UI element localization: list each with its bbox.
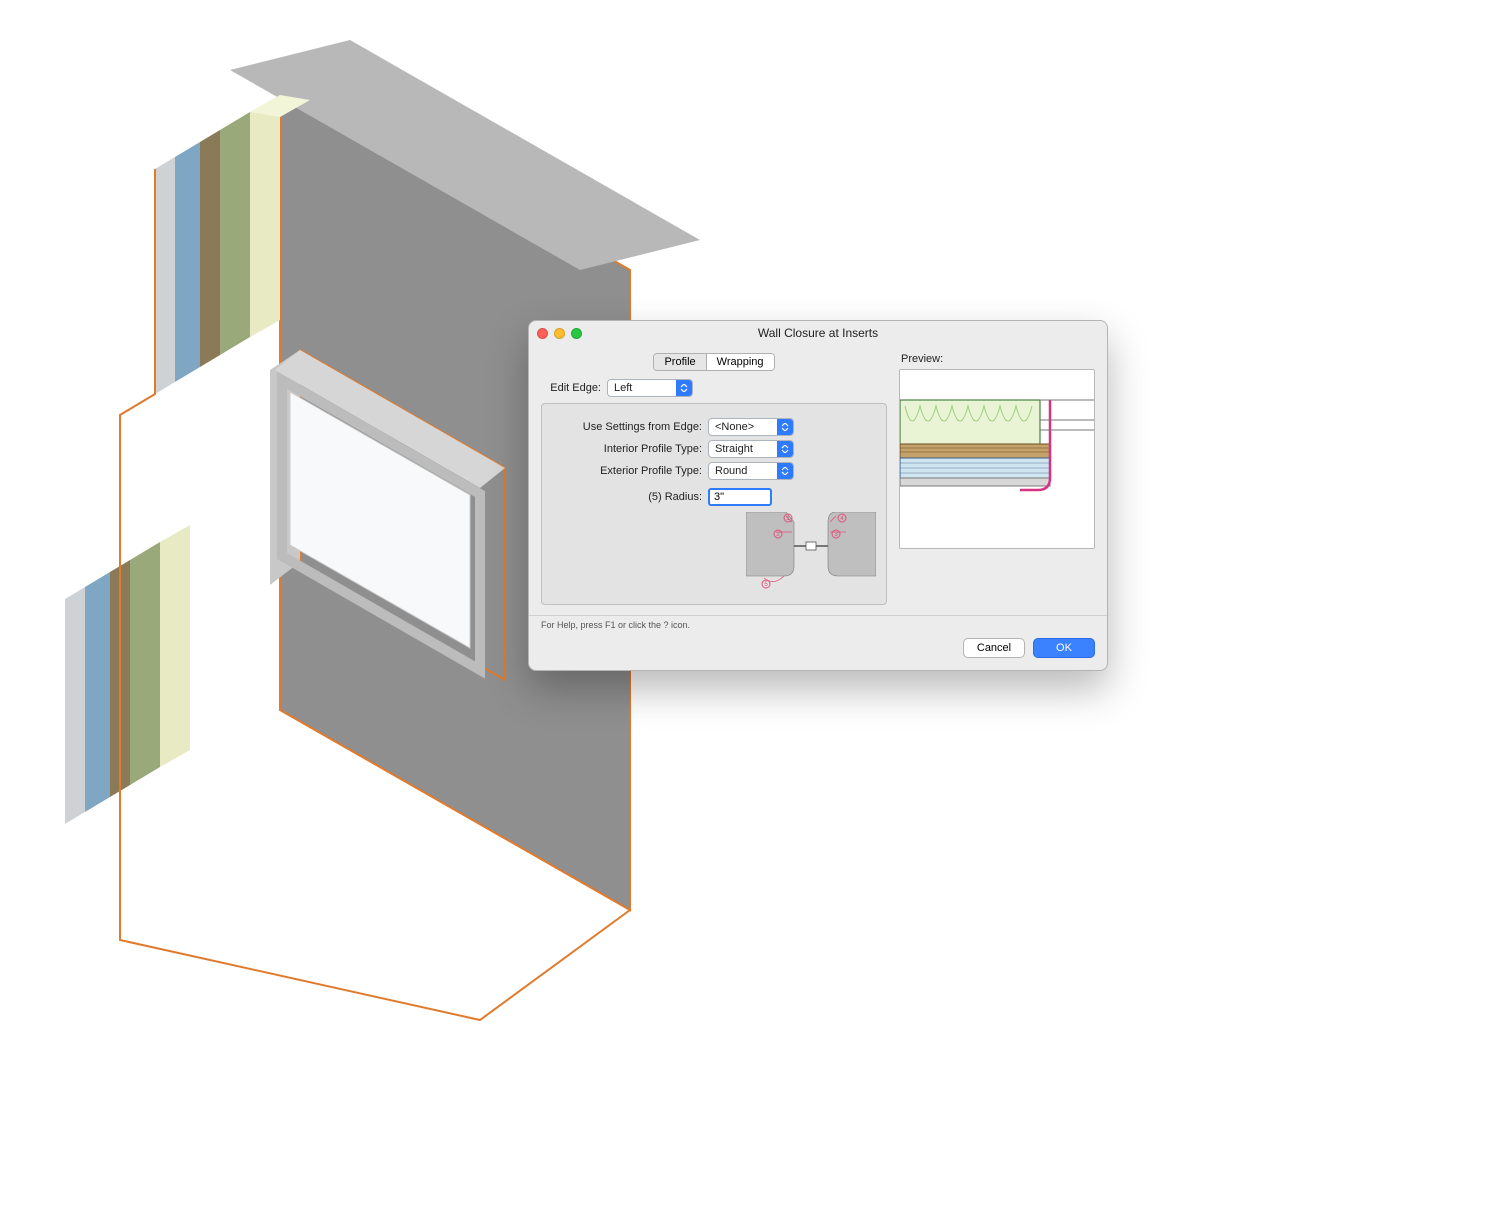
minimize-icon[interactable] [554,328,565,339]
edit-edge-select[interactable]: Left [607,379,693,397]
dialog-left-panel: Profile Wrapping Edit Edge: Left Use Set… [541,353,887,605]
dialog-title: Wall Closure at Inserts [529,326,1107,340]
use-settings-label: Use Settings from Edge: [552,421,702,433]
tab-group: Profile Wrapping [653,353,774,371]
interior-profile-label: Interior Profile Type: [552,443,702,455]
chevron-updown-icon [676,380,692,396]
cancel-button[interactable]: Cancel [963,638,1025,658]
window-controls [537,328,582,339]
dialog-button-bar: Cancel OK [529,632,1107,670]
tab-wrapping[interactable]: Wrapping [706,354,774,370]
wall-closure-dialog: Wall Closure at Inserts Profile Wrapping… [528,320,1108,671]
edit-edge-value: Left [608,382,676,394]
preview-label: Preview: [901,353,1095,365]
close-icon[interactable] [537,328,548,339]
help-text: For Help, press F1 or click the ? icon. [529,615,1107,632]
exterior-profile-value: Round [709,465,777,477]
exterior-profile-select[interactable]: Round [708,462,794,480]
tab-profile[interactable]: Profile [654,354,705,370]
exterior-profile-label: Exterior Profile Type: [552,465,702,477]
chevron-updown-icon [777,463,793,479]
chevron-updown-icon [777,419,793,435]
zoom-icon[interactable] [571,328,582,339]
radius-input[interactable] [708,488,772,506]
interior-profile-value: Straight [709,443,777,455]
interior-profile-select[interactable]: Straight [708,440,794,458]
profile-diagram: 1 2 3 4 5 [552,512,876,592]
use-settings-select[interactable]: <None> [708,418,794,436]
chevron-updown-icon [777,441,793,457]
ok-button[interactable]: OK [1033,638,1095,658]
edit-edge-label: Edit Edge: [541,382,601,394]
dialog-titlebar: Wall Closure at Inserts [529,321,1107,345]
use-settings-value: <None> [709,421,777,433]
radius-label: (5) Radius: [582,491,702,503]
preview-panel: Preview: [899,353,1095,605]
preview-box [899,369,1095,549]
profile-settings-group: Use Settings from Edge: <None> Interior … [541,403,887,605]
